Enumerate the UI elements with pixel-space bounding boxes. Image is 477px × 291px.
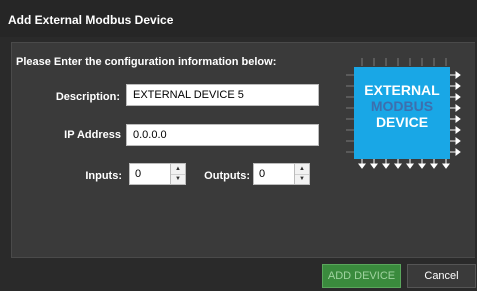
inputs-label: Inputs: (85, 170, 122, 182)
ip-address-label: IP Address (64, 129, 121, 141)
description-input[interactable]: EXTERNAL DEVICE 5 (126, 84, 319, 106)
dialog-title: Add External Modbus Device (0, 0, 477, 37)
outputs-stepper-buttons: ▲ ▼ (294, 164, 309, 184)
chevron-down-icon[interactable]: ▼ (171, 174, 185, 184)
outputs-value: 0 (259, 168, 266, 180)
add-device-button[interactable]: ADD DEVICE (322, 264, 401, 288)
inputs-stepper-buttons: ▲ ▼ (170, 164, 185, 184)
description-label: Description: (55, 91, 120, 103)
instructions-text: Please Enter the configuration informati… (16, 56, 277, 68)
chip-body: EXTERNAL MODBUS DEVICE (354, 67, 450, 159)
chip-label-line1: EXTERNAL (364, 82, 440, 98)
outputs-stepper[interactable]: 0 ▲ ▼ (253, 163, 310, 185)
chevron-down-icon[interactable]: ▼ (295, 174, 309, 184)
outputs-label: Outputs: (204, 170, 250, 182)
ip-address-input[interactable]: 0.0.0.0 (126, 124, 319, 146)
inputs-value: 0 (135, 168, 142, 180)
chip-label-line3: DEVICE (375, 114, 429, 130)
cancel-button[interactable]: Cancel (407, 264, 476, 288)
chip-label-line2: MODBUS (370, 98, 434, 114)
external-modbus-device-graphic: EXTERNAL MODBUS DEVICE (345, 57, 463, 169)
inputs-stepper[interactable]: 0 ▲ ▼ (129, 163, 186, 185)
